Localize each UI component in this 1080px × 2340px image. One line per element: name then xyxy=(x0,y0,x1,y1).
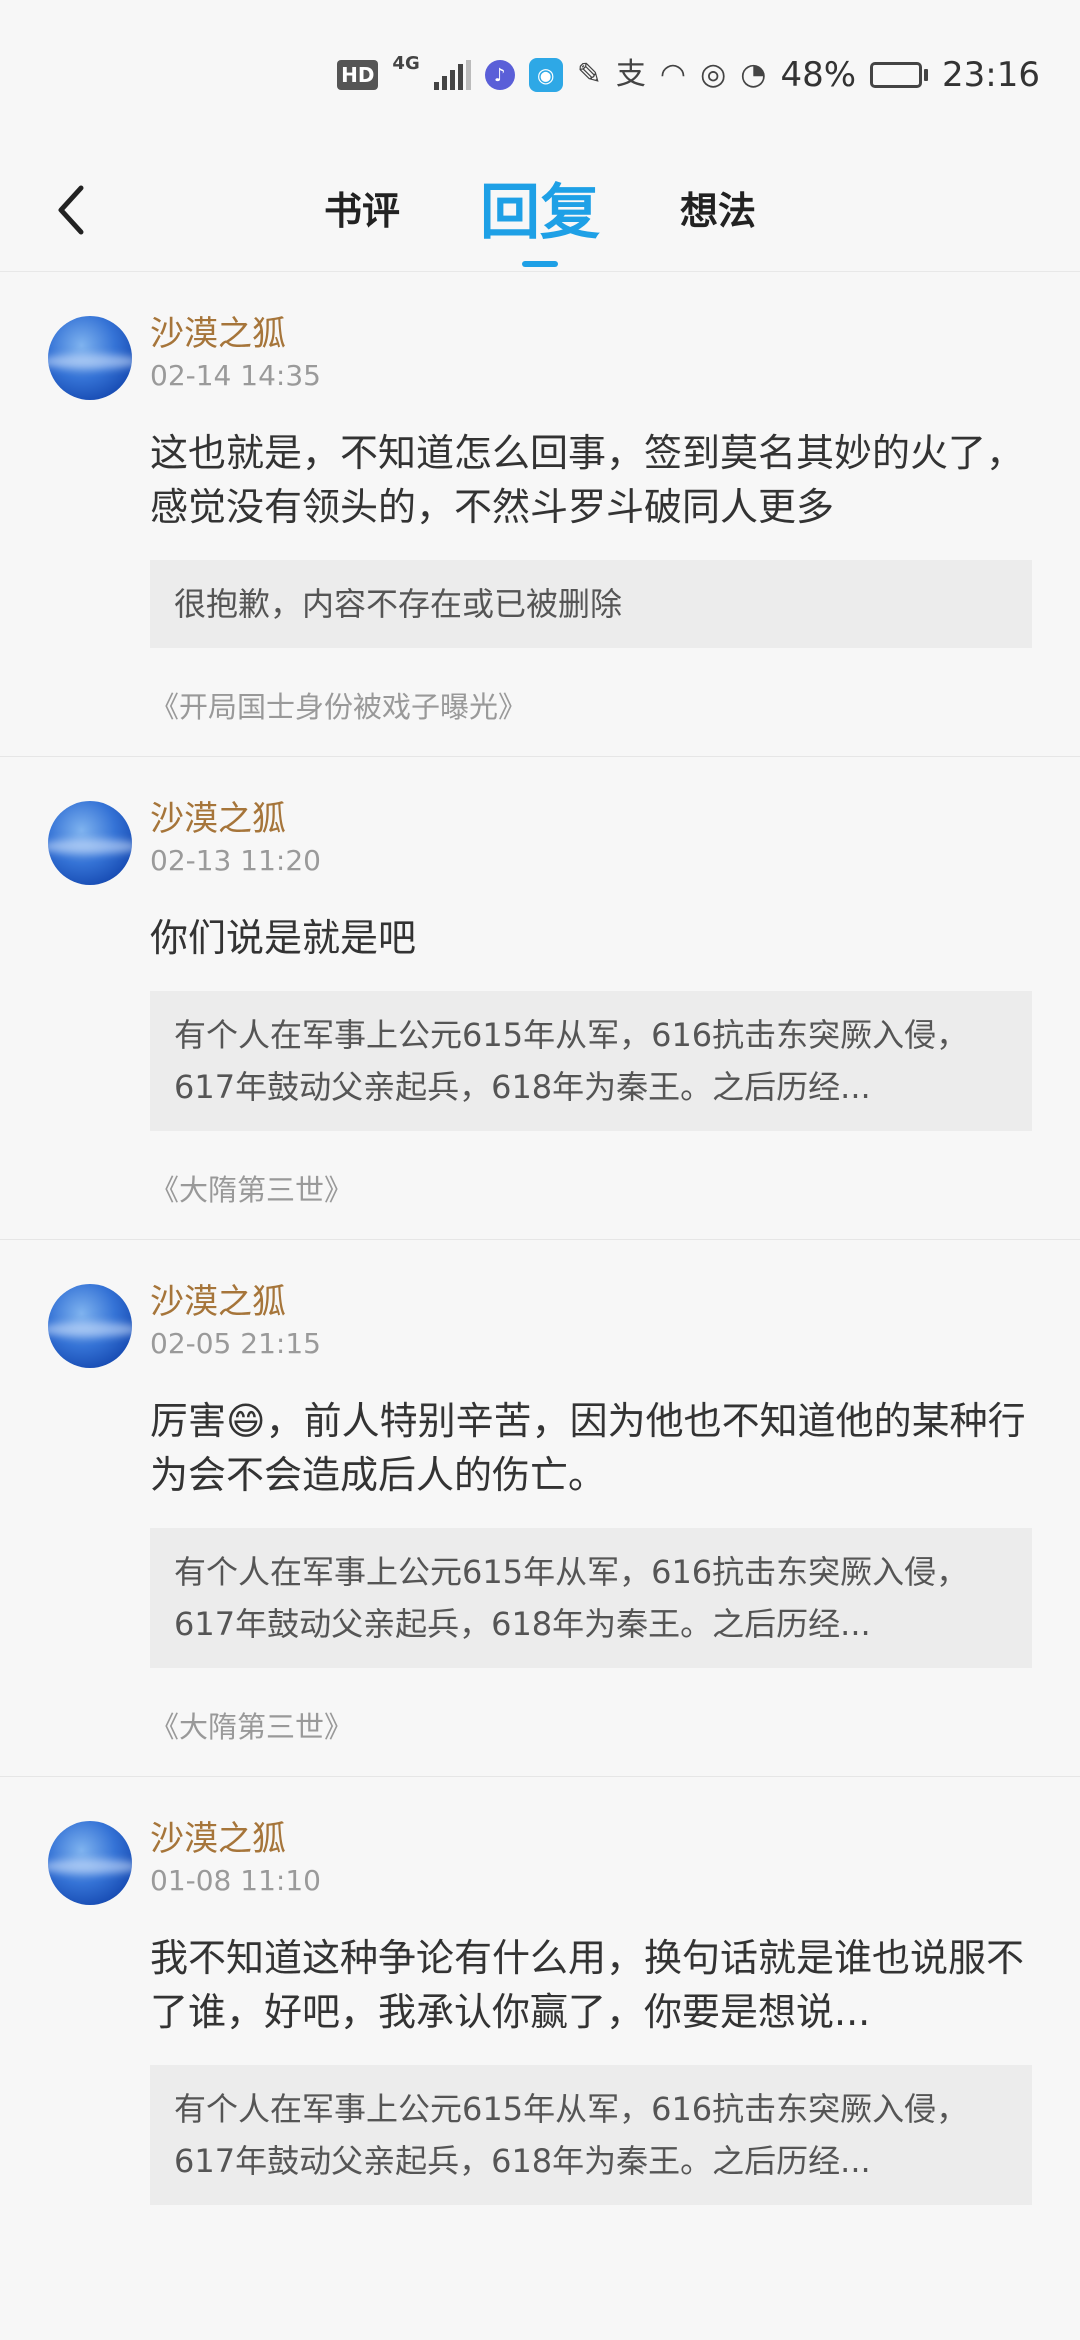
tab-bar: 书评 回复 想法 xyxy=(0,150,1080,272)
reply-item[interactable]: 沙漠之狐 02-13 11:20 你们说是就是吧 有个人在军事上公元615年从军… xyxy=(0,757,1080,1240)
tab-book-reviews[interactable]: 书评 xyxy=(284,180,440,235)
hd-icon: HD xyxy=(337,60,379,90)
quoted-text: 有个人在军事上公元615年从军，616抗击东突厥入侵，617年鼓动父亲起兵，61… xyxy=(174,2090,969,2180)
status-bar: HD 4G ♪ ◉ ✎ 支 ◠ ◎ ◔ 48% 23:16 xyxy=(0,0,1080,150)
status-icons: HD 4G ♪ ◉ ✎ 支 ◠ ◎ ◔ 48% 23:16 xyxy=(337,55,1040,95)
quoted-text: 很抱歉，内容不存在或已被删除 xyxy=(174,585,623,623)
reply-item[interactable]: 沙漠之狐 02-14 14:35 这也就是，不知道怎么回事，签到莫名其妙的火了，… xyxy=(0,272,1080,757)
quoted-comment[interactable]: 有个人在军事上公元615年从军，616抗击东突厥入侵，617年鼓动父亲起兵，61… xyxy=(150,991,1032,1131)
book-title-link[interactable]: 《大隋第三世》 xyxy=(150,1167,1032,1209)
battery-icon xyxy=(870,62,929,88)
study-icon: ✎ xyxy=(576,57,602,92)
top-nav: 书评 回复 想法 xyxy=(0,150,1080,272)
reply-item[interactable]: 沙漠之狐 01-08 11:10 我不知道这种争论有什么用，换句话就是谁也说服不… xyxy=(0,1777,1080,2235)
reply-content[interactable]: 你们说是就是吧 xyxy=(150,911,1032,965)
tab-thoughts[interactable]: 想法 xyxy=(640,180,796,235)
tab-replies[interactable]: 回复 xyxy=(440,164,640,267)
username[interactable]: 沙漠之狐 xyxy=(150,312,1032,356)
reply-content[interactable]: 我不知道这种争论有什么用，换句话就是谁也说服不了谁，好吧，我承认你赢了，你要是想… xyxy=(150,1931,1032,2039)
avatar[interactable] xyxy=(48,801,132,885)
music-icon: ♪ xyxy=(484,60,515,90)
reply-content[interactable]: 这也就是，不知道怎么回事，签到莫名其妙的火了，感觉没有领头的，不然斗罗斗破同人更… xyxy=(150,426,1032,534)
timestamp: 01-08 11:10 xyxy=(150,1864,321,1897)
avatar[interactable] xyxy=(48,316,132,400)
timestamp: 02-14 14:35 xyxy=(150,359,321,392)
clock: 23:16 xyxy=(942,55,1040,95)
timestamp: 02-05 21:15 xyxy=(150,1327,321,1360)
username[interactable]: 沙漠之狐 xyxy=(150,797,1032,841)
username[interactable]: 沙漠之狐 xyxy=(150,1280,1032,1324)
eye-icon: ◎ xyxy=(700,57,727,92)
speedometer-icon: ◔ xyxy=(740,57,767,92)
timestamp: 02-13 11:20 xyxy=(150,844,321,877)
username[interactable]: 沙漠之狐 xyxy=(150,1817,1032,1861)
headphone-icon: ◠ xyxy=(659,57,687,92)
book-title-link[interactable]: 《大隋第三世》 xyxy=(150,1704,1032,1746)
signal-icon xyxy=(433,60,471,90)
quoted-comment[interactable]: 有个人在军事上公元615年从军，616抗击东突厥入侵，617年鼓动父亲起兵，61… xyxy=(150,2065,1032,2205)
battery-percent: 48% xyxy=(780,55,857,95)
avatar[interactable] xyxy=(48,1284,132,1368)
quoted-comment[interactable]: 有个人在军事上公元615年从军，616抗击东突厥入侵，617年鼓动父亲起兵，61… xyxy=(150,1528,1032,1668)
quoted-text: 有个人在军事上公元615年从军，616抗击东突厥入侵，617年鼓动父亲起兵，61… xyxy=(174,1553,969,1643)
reply-list: 沙漠之狐 02-14 14:35 这也就是，不知道怎么回事，签到莫名其妙的火了，… xyxy=(0,272,1080,2235)
reply-content[interactable]: 厉害😄，前人特别辛苦，因为他也不知道他的某种行为会不会造成后人的伤亡。 xyxy=(150,1394,1032,1502)
book-title-link[interactable]: 《开局国士身份被戏子曝光》 xyxy=(150,684,1032,726)
quoted-comment[interactable]: 很抱歉，内容不存在或已被删除 xyxy=(150,560,1032,648)
avatar[interactable] xyxy=(48,1821,132,1905)
reply-item[interactable]: 沙漠之狐 02-05 21:15 厉害😄，前人特别辛苦，因为他也不知道他的某种行… xyxy=(0,1240,1080,1777)
bulb-icon: ◉ xyxy=(528,58,563,92)
quoted-text: 有个人在军事上公元615年从军，616抗击东突厥入侵，617年鼓动父亲起兵，61… xyxy=(174,1016,969,1106)
network-type: 4G xyxy=(392,53,420,74)
alipay-icon: 支 xyxy=(615,57,646,92)
